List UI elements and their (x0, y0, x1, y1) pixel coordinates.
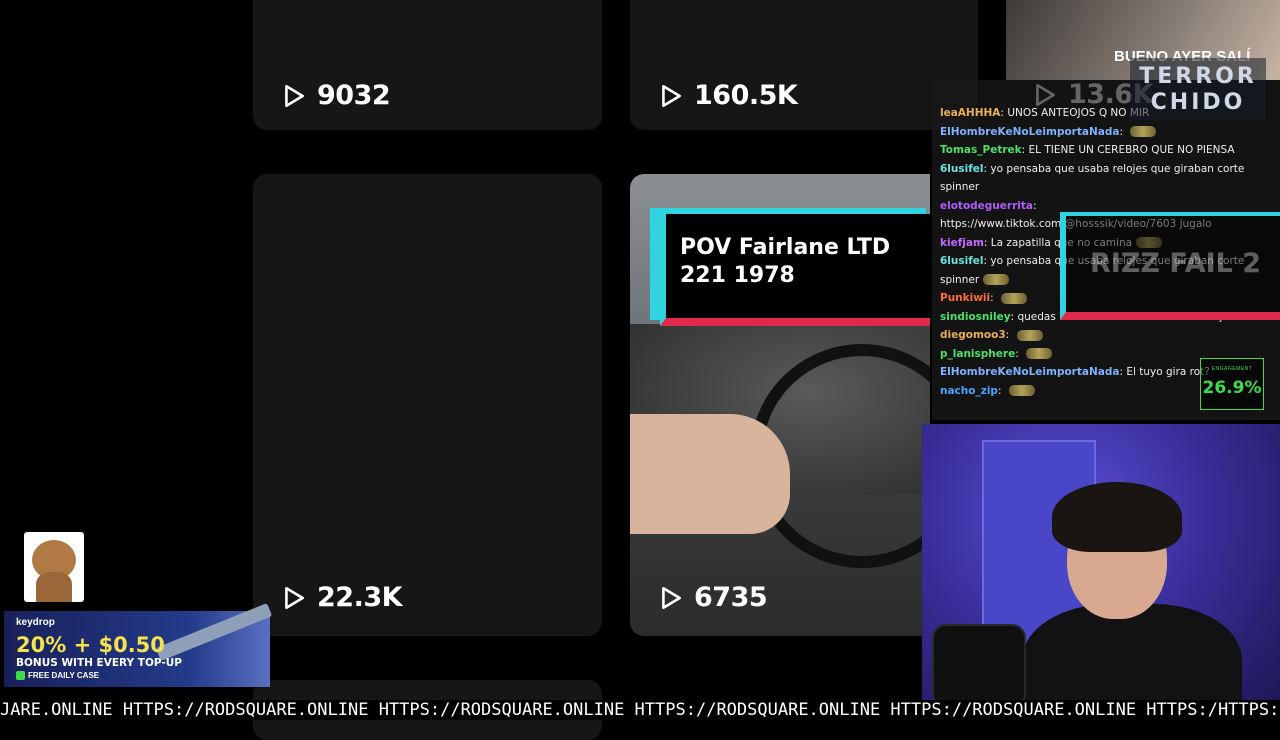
ad-promo: 20% + $0.50 (16, 633, 165, 657)
chat-username: elotodeguerrita (940, 199, 1033, 212)
emote-icon (983, 274, 1010, 285)
view-count: 6735 (658, 582, 768, 613)
streamer-webcam (922, 424, 1280, 720)
view-count: 160.5K (658, 80, 798, 111)
keydrop-ad-banner[interactable]: keydrop 20% + $0.50 BONUS WITH EVERY TOP… (4, 603, 273, 687)
channel-logo: TERROR CHIDO (1130, 58, 1266, 120)
emote-icon (1008, 385, 1035, 396)
video-card-top-left[interactable]: 9032 (253, 0, 602, 130)
view-count-value: 160.5K (694, 80, 798, 111)
chat-separator: : (990, 292, 998, 304)
view-count-value: 22.3K (317, 582, 403, 613)
view-count-value: 6735 (694, 582, 768, 613)
plus-icon (16, 671, 25, 681)
emote-icon (1026, 348, 1053, 359)
bear-body (36, 572, 72, 602)
chat-separator: : (1005, 329, 1013, 341)
chat-username: kiefjam (940, 236, 984, 249)
ad-brand: keydrop (16, 617, 55, 628)
chat-username: diegomoo3 (940, 329, 1006, 341)
chat-message: diegomoo3: (940, 326, 1270, 345)
chat-username: Tomas_Petrek (940, 144, 1022, 156)
microphone (932, 624, 1026, 708)
url-ticker: JARE.ONLINE HTTPS://RODSQUARE.ONLINE HTT… (0, 700, 1280, 720)
engagement-widget: ENGAGEMENT 26.9% (1200, 358, 1264, 410)
play-icon (285, 586, 304, 609)
chat-message: ElHombreKeNoLeimportaNada: (940, 123, 1270, 142)
chat-text: El tuyo gira rot? (1126, 366, 1210, 378)
view-count-value: 9032 (317, 80, 391, 111)
chat-text: EL TIENE UN CEREBRO QUE NO PIENSA (1028, 144, 1235, 156)
logo-line-1: TERROR (1139, 64, 1257, 89)
view-count: 22.3K (281, 582, 403, 613)
video-card-top-mid[interactable]: 160.5K (630, 0, 978, 130)
rizz-text: RIZZ FAIL 2 (1090, 248, 1262, 279)
rifle-image (155, 603, 273, 661)
chat-message: Tomas_Petrek: EL TIENE UN CEREBRO QUE NO… (940, 141, 1270, 160)
emote-icon (1130, 126, 1157, 137)
teddy-bear-sticker (24, 532, 84, 602)
play-icon (1036, 83, 1055, 107)
logo-line-2: CHIDO (1150, 90, 1246, 115)
chat-message: 6lusifel: yo pensaba que usaba relojes q… (940, 160, 1270, 197)
play-icon (662, 84, 681, 107)
chat-separator: : (1015, 347, 1023, 360)
chat-username: p_lanisphere (940, 347, 1016, 360)
video-card-bottom-left[interactable]: 22.3K (253, 174, 602, 636)
rizz-overlay: RIZZ FAIL 2 (1060, 212, 1280, 320)
engagement-label: ENGAGEMENT (1211, 366, 1253, 372)
chat-separator: : (1021, 144, 1029, 156)
chat-username: leaAHHHA (940, 107, 1001, 119)
ad-free-case: FREE DAILY CASE (16, 671, 100, 681)
video-title: POV Fairlane LTD 221 1978 (680, 235, 891, 288)
video-title-box: POV Fairlane LTD 221 1978 (660, 214, 930, 326)
chat-separator: : (983, 236, 991, 249)
chat-separator: : (997, 384, 1005, 397)
chat-username: sindiosniley (940, 310, 1011, 323)
play-icon (662, 586, 681, 609)
chat-username: 6lusifel (940, 255, 984, 267)
chat-username: 6lusifel (940, 162, 984, 175)
engagement-value: 26.9% (1202, 378, 1262, 398)
ticker-text: JARE.ONLINE HTTPS://RODSQUARE.ONLINE HTT… (0, 700, 1280, 720)
chat-separator: : (1119, 125, 1127, 138)
chat-username: Punkiwii (940, 292, 991, 304)
chat-separator: : (1032, 199, 1037, 212)
chat-username: ElHombreKeNoLeimportaNada (940, 125, 1120, 138)
ad-subtitle: BONUS WITH EVERY TOP-UP (16, 657, 182, 669)
ad-free-case-label: FREE DAILY CASE (28, 671, 100, 680)
emote-icon (1001, 292, 1028, 304)
emote-icon (1016, 329, 1043, 341)
arm (630, 414, 790, 534)
chat-username: ElHombreKeNoLeimportaNada (940, 366, 1120, 378)
video-card-fairlane[interactable]: POV Fairlane LTD 221 1978 6735 (630, 174, 930, 636)
play-icon (285, 84, 304, 107)
view-count: 9032 (281, 80, 391, 111)
chat-username: nacho_zip (940, 384, 998, 397)
streamer-hair (1052, 482, 1182, 552)
